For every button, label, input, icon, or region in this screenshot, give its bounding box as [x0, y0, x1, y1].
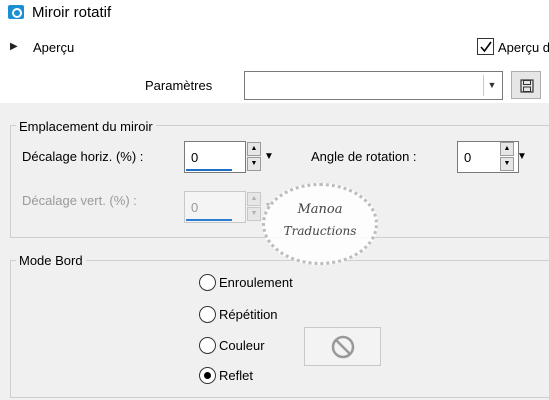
preview-checkbox[interactable] — [477, 38, 494, 55]
focus-underline — [186, 169, 232, 171]
vert-offset-label: Décalage vert. (%) : — [22, 193, 137, 208]
horiz-offset-label: Décalage horiz. (%) : — [22, 149, 144, 164]
triangle-right-icon[interactable]: ▶ — [10, 41, 18, 52]
watermark-line1: Manoa — [297, 202, 343, 217]
radio-wrap[interactable] — [199, 274, 216, 291]
chevron-down-icon[interactable]: ▼ — [517, 151, 527, 162]
params-dropdown[interactable]: ▼ — [244, 71, 503, 100]
horiz-offset-input[interactable]: 0 — [184, 141, 246, 173]
camera-icon — [8, 5, 24, 19]
edge-mode-title: Mode Bord — [16, 253, 86, 268]
radio-color[interactable] — [199, 337, 216, 354]
focus-underline — [186, 219, 232, 221]
rotation-angle-label: Angle de rotation : — [311, 149, 417, 164]
spin-down-button[interactable]: ▼ — [500, 157, 514, 171]
checkmark-icon — [480, 41, 492, 53]
spin-down-button[interactable]: ▼ — [247, 157, 261, 171]
spin-down-button: ▼ — [247, 207, 261, 221]
preview-expander-label[interactable]: Aperçu — [33, 40, 74, 55]
preview-checkbox-label[interactable]: Aperçu d — [498, 40, 549, 55]
vert-offset-spinner: ▲ ▼ — [247, 191, 263, 223]
save-icon — [520, 79, 534, 93]
rotation-angle-spinner[interactable]: ▲ ▼ — [500, 141, 516, 173]
spin-up-button[interactable]: ▲ — [500, 142, 514, 156]
watermark-line2: Traductions — [283, 224, 357, 238]
radio-reflect[interactable] — [199, 367, 216, 384]
color-swatch-button[interactable] — [304, 327, 381, 366]
rotation-angle-value: 0 — [464, 150, 472, 165]
watermark-stamp: Manoa Traductions — [262, 183, 378, 265]
horiz-offset-value: 0 — [191, 150, 199, 165]
vert-offset-value: 0 — [191, 200, 199, 215]
spin-up-button[interactable]: ▲ — [247, 142, 261, 156]
mirror-placement-title: Emplacement du miroir — [16, 119, 156, 134]
params-label: Paramètres — [145, 78, 213, 93]
horiz-offset-spinner[interactable]: ▲ ▼ — [247, 141, 263, 173]
radio-color-label[interactable]: Couleur — [219, 338, 265, 353]
window-title: Miroir rotatif — [32, 4, 112, 21]
vert-offset-input: 0 — [184, 191, 246, 223]
spin-up-button: ▲ — [247, 192, 261, 206]
radio-reflect-label[interactable]: Reflet — [219, 368, 253, 383]
chevron-down-icon[interactable]: ▼ — [483, 75, 500, 96]
chevron-down-icon[interactable]: ▼ — [264, 151, 274, 162]
no-entry-icon — [331, 335, 355, 359]
radio-repeat[interactable] — [199, 306, 216, 323]
save-preset-button[interactable] — [511, 71, 541, 99]
radio-repeat-label[interactable]: Répétition — [219, 307, 278, 322]
radio-wrap-label[interactable]: Enroulement — [219, 275, 293, 290]
